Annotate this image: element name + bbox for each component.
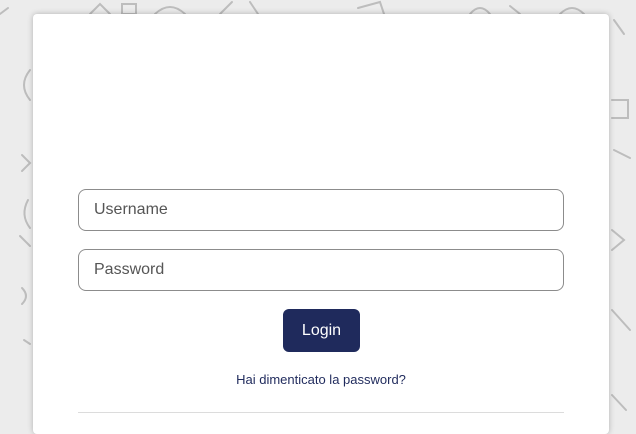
login-button[interactable]: Login [283, 309, 360, 352]
forgot-password-link[interactable]: Hai dimenticato la password? [33, 372, 609, 387]
divider [78, 412, 564, 413]
login-card: Login Hai dimenticato la password? [33, 14, 609, 434]
password-input[interactable] [78, 249, 564, 291]
username-input[interactable] [78, 189, 564, 231]
